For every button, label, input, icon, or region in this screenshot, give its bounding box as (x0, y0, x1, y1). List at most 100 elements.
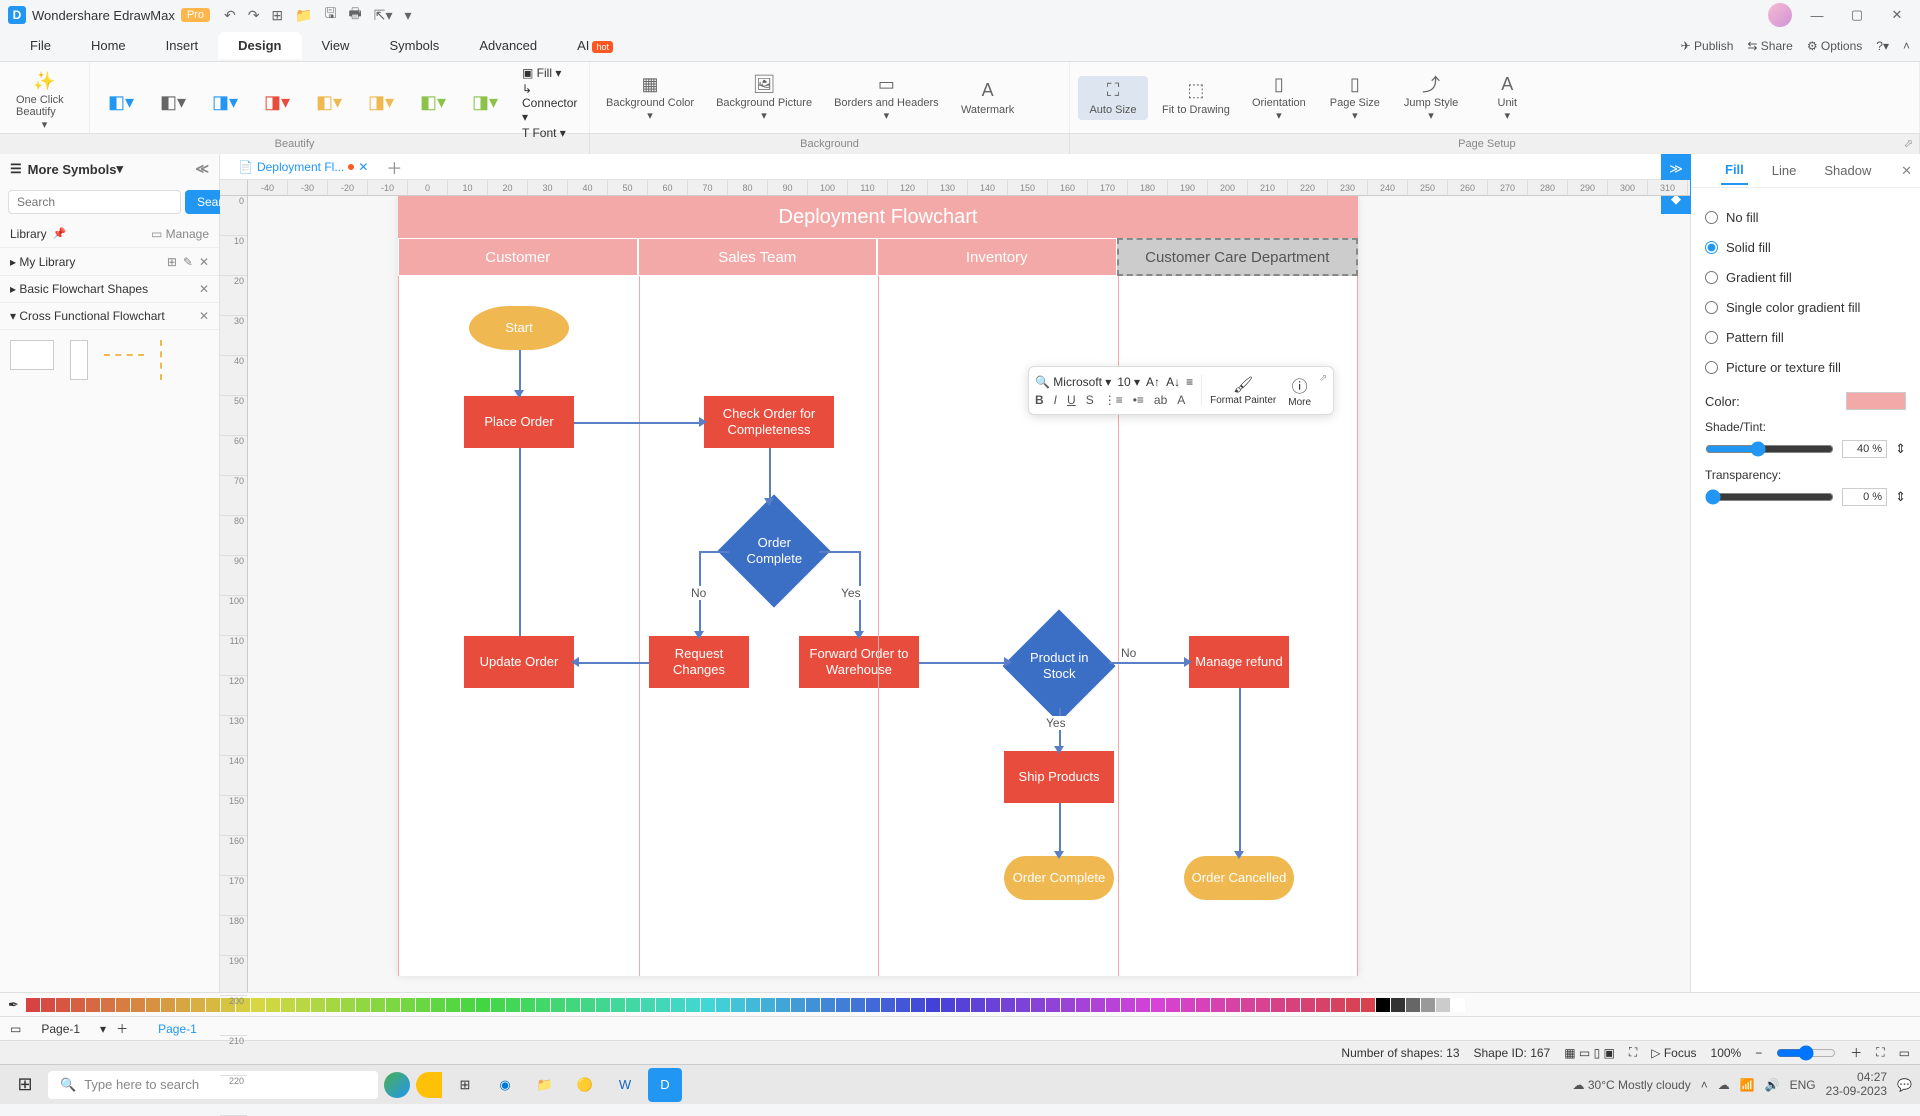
color-swatch[interactable] (461, 998, 475, 1012)
color-swatch[interactable] (281, 998, 295, 1012)
color-swatch[interactable] (206, 998, 220, 1012)
color-swatch[interactable] (956, 998, 970, 1012)
menu-insert[interactable]: Insert (146, 32, 219, 59)
new-icon[interactable]: ⊞ (271, 7, 283, 24)
view-icons[interactable]: ▦ ▭ ▯ ▣ (1564, 1046, 1615, 1060)
radio-single-gradient[interactable] (1705, 301, 1718, 314)
pages-menu-icon[interactable]: ▭ (10, 1022, 21, 1036)
color-swatch[interactable] (746, 998, 760, 1012)
color-swatch[interactable] (176, 998, 190, 1012)
shape-separator-v[interactable] (160, 340, 162, 380)
shape-place-order[interactable]: Place Order (464, 396, 574, 448)
shape-order-complete[interactable]: Order Complete (1004, 856, 1114, 900)
help-icon[interactable]: ?▾ (1876, 39, 1889, 53)
color-swatch[interactable] (326, 998, 340, 1012)
color-swatch[interactable] (146, 998, 160, 1012)
color-swatch[interactable] (701, 998, 715, 1012)
strike-icon[interactable]: S (1086, 393, 1094, 407)
color-swatch[interactable] (881, 998, 895, 1012)
close-button[interactable]: ✕ (1882, 7, 1912, 23)
orientation-button[interactable]: ▯Orientation ▾ (1244, 69, 1314, 126)
close-section-icon[interactable]: ✕ (199, 282, 209, 296)
color-swatch[interactable] (116, 998, 130, 1012)
close-panel-icon[interactable]: ✕ (1901, 163, 1912, 179)
color-swatch[interactable] (101, 998, 115, 1012)
toolbar-pin-icon[interactable]: ⇗ (1319, 373, 1327, 384)
transparency-value[interactable]: 0 % (1842, 488, 1887, 506)
color-swatch[interactable] (581, 998, 595, 1012)
color-swatch[interactable] (386, 998, 400, 1012)
page-size-button[interactable]: ▯Page Size ▾ (1320, 69, 1390, 126)
qat-more-icon[interactable]: ▾ (405, 7, 412, 24)
color-swatch[interactable] (1421, 998, 1435, 1012)
focus-button[interactable]: ▷ Focus (1651, 1046, 1696, 1060)
color-swatch[interactable] (266, 998, 280, 1012)
color-swatch[interactable] (1076, 998, 1090, 1012)
font-size-select[interactable]: 10 ▾ (1117, 375, 1140, 389)
my-library-label[interactable]: ▸ My Library (10, 255, 75, 269)
color-swatch[interactable] (1331, 998, 1345, 1012)
tb-chrome-icon[interactable]: 🟡 (568, 1068, 602, 1102)
color-swatch[interactable] (1271, 998, 1285, 1012)
transparency-stepper[interactable]: ⇕ (1895, 489, 1906, 505)
color-swatch[interactable] (56, 998, 70, 1012)
tb-cortana-icon[interactable] (384, 1072, 410, 1098)
menu-design[interactable]: Design (218, 32, 301, 59)
menu-ai[interactable]: AIhot (557, 32, 633, 59)
underline-icon[interactable]: U (1067, 393, 1076, 407)
color-swatch[interactable] (476, 998, 490, 1012)
lane-sales[interactable]: Sales Team (638, 238, 878, 276)
unit-button[interactable]: AUnit ▾ (1472, 69, 1542, 126)
collapse-ribbon-icon[interactable]: ˄ (1903, 39, 1910, 53)
tb-word-icon[interactable]: W (608, 1068, 642, 1102)
color-swatch[interactable] (1451, 998, 1465, 1012)
theme-swatch-8[interactable]: ◨▾ (462, 87, 508, 119)
color-swatch[interactable] (536, 998, 550, 1012)
eyedropper-icon[interactable]: ✒ (8, 997, 19, 1013)
zoom-level[interactable]: 100% (1711, 1046, 1742, 1060)
color-swatch[interactable] (86, 998, 100, 1012)
fill-dropdown[interactable]: ▣ Fill ▾ (522, 66, 581, 80)
close-section-icon[interactable]: ✕ (199, 309, 209, 323)
color-swatch[interactable] (431, 998, 445, 1012)
user-avatar[interactable] (1768, 3, 1792, 27)
floating-format-toolbar[interactable]: 🔍 Microsoft ▾ 10 ▾ A↑ A↓ ≡ B I U S ⋮≡ •≡… (1028, 366, 1334, 415)
color-swatch[interactable] (491, 998, 505, 1012)
color-swatch[interactable] (821, 998, 835, 1012)
shape-order-complete-decision[interactable]: Order Complete (717, 494, 830, 607)
color-swatch[interactable] (611, 998, 625, 1012)
color-swatch[interactable] (851, 998, 865, 1012)
color-swatch[interactable] (1361, 998, 1375, 1012)
auto-size-button[interactable]: ⛶Auto Size (1078, 76, 1148, 120)
library-label[interactable]: Library (10, 227, 47, 241)
bullet-list-icon[interactable]: •≡ (1133, 393, 1144, 407)
color-swatch[interactable] (1316, 998, 1330, 1012)
color-swatch[interactable] (1846, 392, 1906, 410)
theme-swatch-5[interactable]: ◧▾ (306, 87, 352, 119)
color-swatch[interactable] (671, 998, 685, 1012)
color-swatch[interactable] (1406, 998, 1420, 1012)
color-swatch[interactable] (776, 998, 790, 1012)
borders-headers-button[interactable]: ▭Borders and Headers ▾ (826, 69, 947, 126)
align-icon[interactable]: ≡ (1186, 375, 1193, 389)
add-page-icon[interactable]: ＋ (116, 1020, 128, 1037)
flowchart-title[interactable]: Deployment Flowchart (398, 196, 1358, 238)
color-swatch[interactable] (1226, 998, 1240, 1012)
color-swatch[interactable] (1001, 998, 1015, 1012)
document-tab[interactable]: 📄 Deployment Fl... ✕ (226, 157, 380, 177)
color-swatch[interactable] (251, 998, 265, 1012)
color-swatch[interactable] (131, 998, 145, 1012)
bg-picture-button[interactable]: 🖼Background Picture ▾ (708, 69, 820, 126)
color-swatch[interactable] (371, 998, 385, 1012)
transparency-slider[interactable] (1705, 489, 1834, 505)
share-link[interactable]: ⇆ Share (1747, 39, 1792, 53)
radio-picture-fill[interactable] (1705, 361, 1718, 374)
color-swatch[interactable] (1346, 998, 1360, 1012)
shade-value[interactable]: 40 % (1842, 440, 1887, 458)
color-swatch[interactable] (941, 998, 955, 1012)
color-swatch[interactable] (1241, 998, 1255, 1012)
open-icon[interactable]: 📁 (295, 7, 312, 24)
tb-edrawmax-icon[interactable]: D (648, 1068, 682, 1102)
connector-dropdown[interactable]: ↳ Connector ▾ (522, 82, 581, 124)
theme-swatch-2[interactable]: ◧▾ (150, 87, 196, 119)
